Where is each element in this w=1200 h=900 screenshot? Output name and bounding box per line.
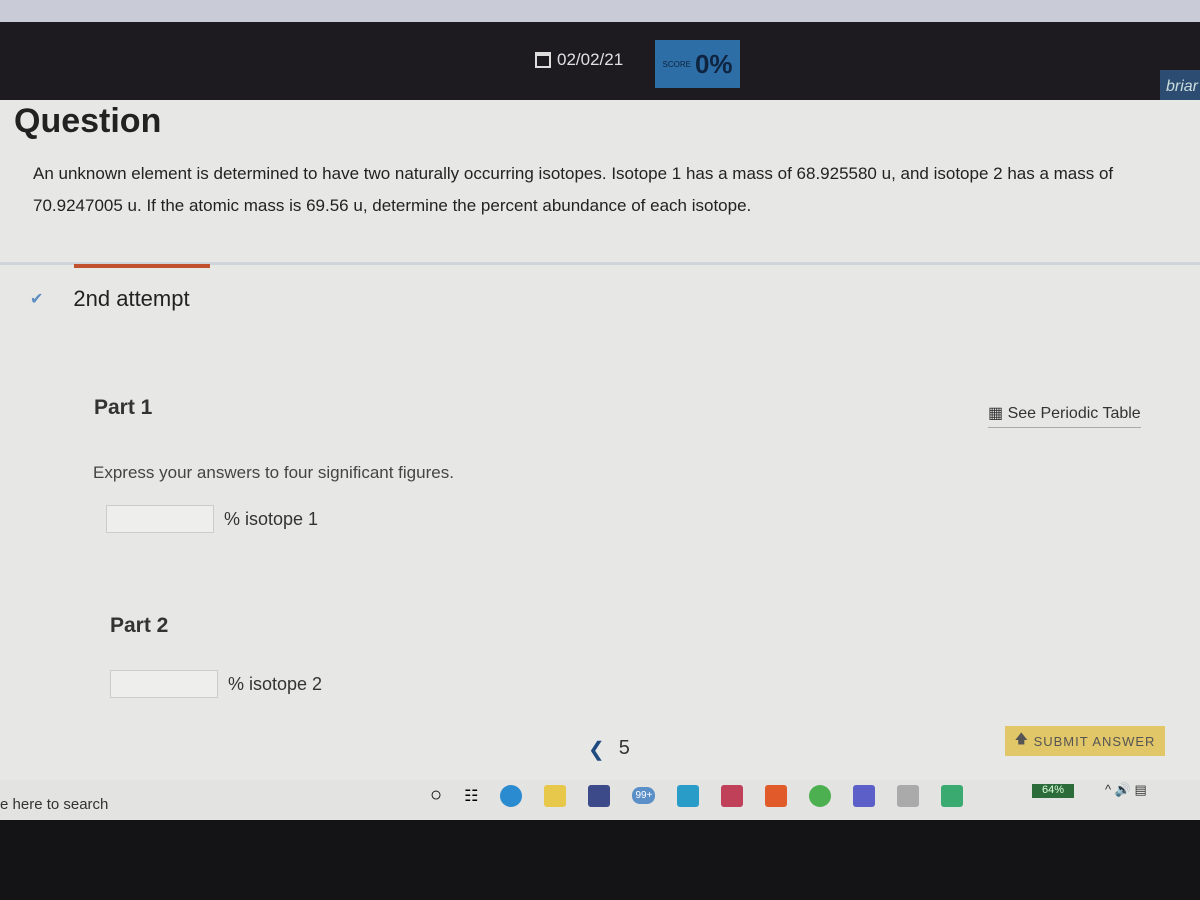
taskbar-icons: ○ ☷ 99+ (430, 784, 964, 807)
file-explorer-icon[interactable] (544, 784, 567, 807)
isotope2-label: % isotope 2 (228, 673, 323, 694)
periodic-table-icon: ▦ (988, 405, 1008, 422)
chrome-icon[interactable] (809, 784, 832, 807)
task-view-icon[interactable]: ☷ (464, 786, 478, 806)
isotope1-field: % isotope 1 (106, 505, 318, 533)
submit-label: SUBMIT ANSWER (1033, 733, 1156, 749)
cortana-icon[interactable]: ○ (430, 784, 442, 807)
part2-title: Part 2 (110, 614, 169, 637)
browser-top-strip (0, 0, 1200, 22)
question-text: An unknown element is determined to have… (33, 164, 1114, 215)
system-tray[interactable]: ^ 🔊 ▤ (1105, 782, 1147, 798)
score-badge: SCORE 0% (655, 40, 740, 88)
office-icon[interactable] (765, 784, 788, 807)
date-display: 02/02/21 (535, 50, 623, 70)
question-title: Question (14, 102, 162, 140)
notification-icon[interactable]: ▤ (1135, 782, 1147, 797)
isotope1-label: % isotope 1 (224, 508, 319, 529)
mail-icon[interactable]: 99+ (632, 787, 656, 804)
active-tab-indicator (74, 264, 210, 268)
score-label: SCORE (662, 59, 691, 69)
upload-icon: 🡅 (1014, 731, 1034, 746)
see-periodic-table-link[interactable]: ▦ See Periodic Table (988, 403, 1141, 428)
chevron-up-icon[interactable]: ^ (1105, 782, 1111, 797)
isotope1-input[interactable] (106, 505, 214, 533)
taskbar-search[interactable]: e here to search (0, 796, 108, 813)
store-icon[interactable] (588, 784, 611, 807)
chevron-left-icon[interactable]: ❮ (588, 737, 605, 762)
teams-icon[interactable] (853, 784, 876, 807)
user-menu[interactable]: briar (1160, 70, 1200, 104)
battery-indicator[interactable]: 64% (1032, 784, 1074, 798)
volume-icon[interactable]: 🔊 (1115, 782, 1131, 797)
monitor-bezel (0, 820, 1200, 900)
taskbar: e here to search ○ ☷ 99+ 64% ^ 🔊 ▤ (0, 780, 1200, 820)
pager: ❮ 5 (588, 737, 630, 762)
part1-title: Part 1 (94, 396, 153, 419)
score-value: 0% (694, 48, 733, 79)
attempt-label: 2nd attempt (73, 286, 190, 311)
edge-icon[interactable] (500, 784, 523, 807)
app-l-icon[interactable] (677, 784, 700, 807)
isotope2-field: % isotope 2 (110, 670, 322, 698)
periodic-table-label: See Periodic Table (1007, 405, 1141, 422)
calendar-icon (535, 52, 551, 68)
part1-instructions: Express your answers to four significant… (93, 463, 454, 482)
isotope2-input[interactable] (110, 670, 218, 698)
main-content: Question An unknown element is determine… (0, 100, 1200, 820)
app-icon[interactable] (897, 784, 920, 807)
attempt-toggle[interactable]: ✔ 2nd attempt (30, 286, 190, 312)
green-app-icon[interactable] (941, 784, 964, 807)
page-number: 5 (618, 737, 630, 759)
chevron-down-icon: ✔ (30, 291, 44, 308)
date-text: 02/02/21 (557, 50, 624, 69)
mcafee-icon[interactable] (721, 784, 744, 807)
submit-answer-button[interactable]: 🡅 SUBMIT ANSWER (1005, 726, 1165, 756)
